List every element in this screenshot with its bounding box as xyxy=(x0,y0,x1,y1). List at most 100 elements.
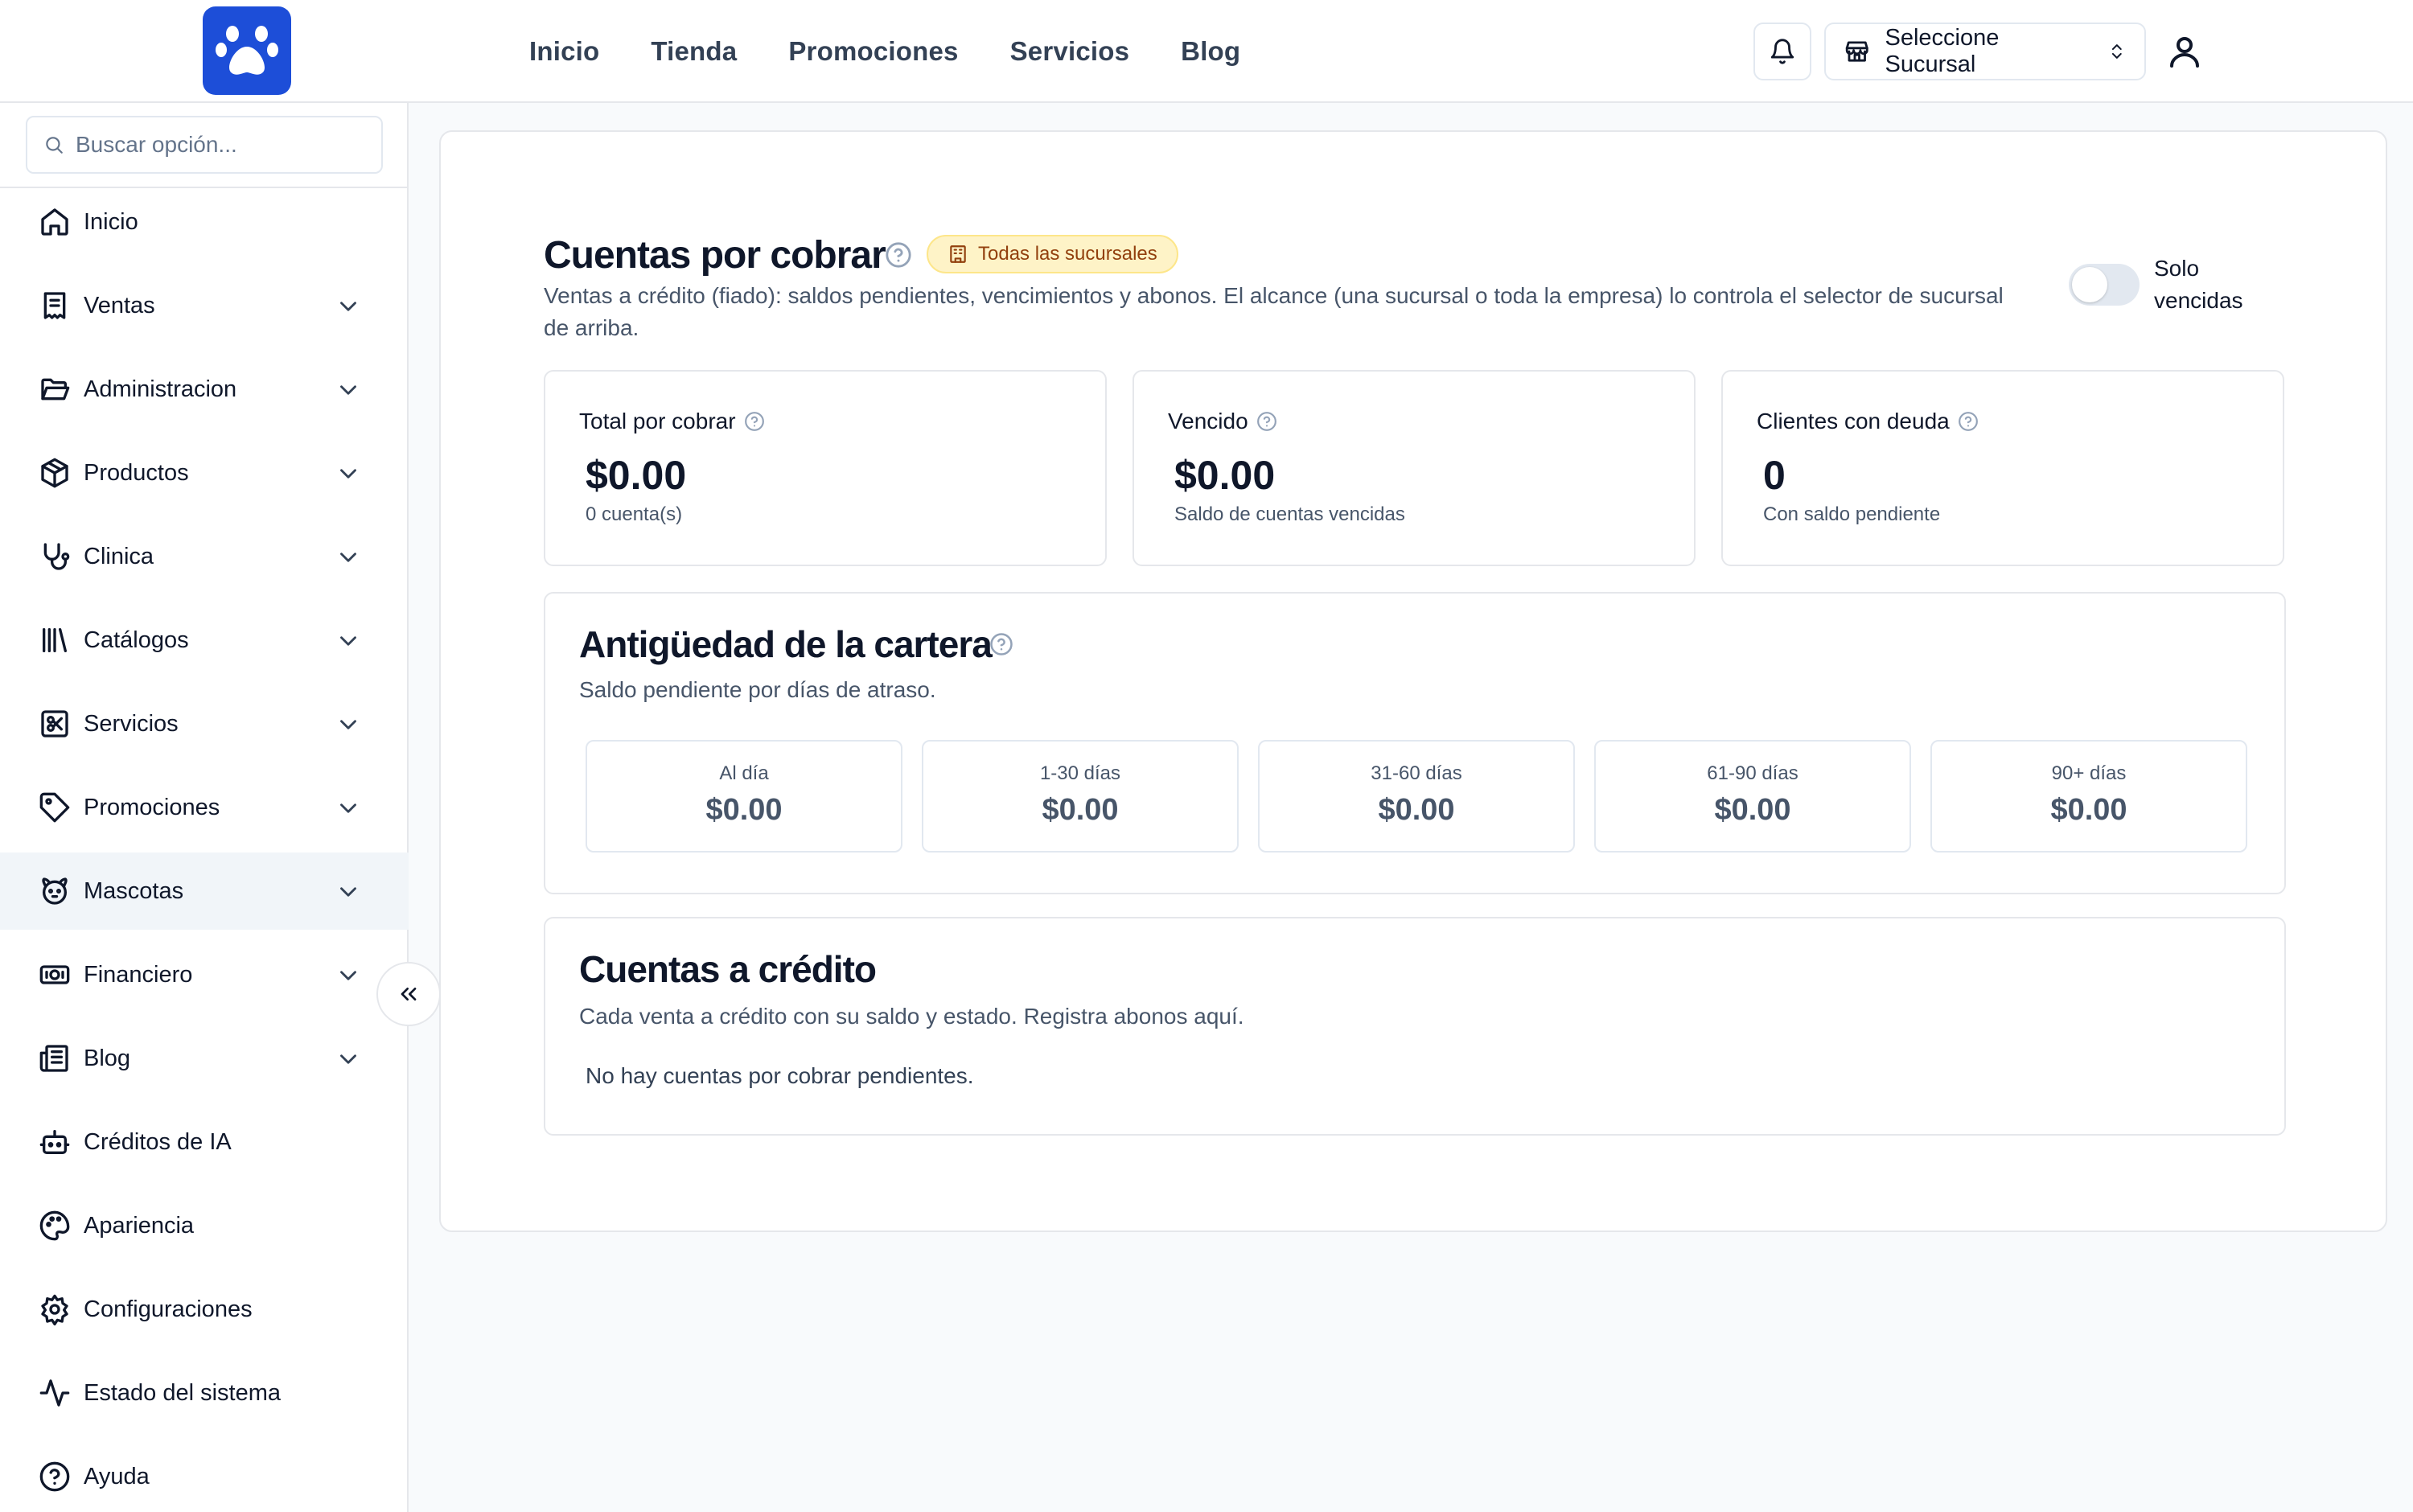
aging-title: Antigüedad de la cartera xyxy=(579,622,993,666)
sidebar-item-clinica[interactable]: Clinica xyxy=(0,518,409,595)
nav-inicio[interactable]: Inicio xyxy=(529,36,599,67)
receipt-icon xyxy=(43,292,66,319)
sidebar-item-label: Productos xyxy=(84,459,189,486)
sidebar-item-label: Configuraciones xyxy=(84,1296,253,1322)
aging-title-text: Antigüedad de la cartera xyxy=(579,623,993,665)
sidebar-item-label: Créditos de IA xyxy=(84,1128,232,1155)
user-icon xyxy=(2170,37,2199,68)
chevron-down-icon[interactable] xyxy=(335,460,362,487)
search-input[interactable] xyxy=(76,132,365,158)
total-receivable-card: Total por cobrar $0.00 0 cuenta(s) xyxy=(544,370,1107,566)
sidebar-item-estado-del-sistema[interactable]: Estado del sistema xyxy=(0,1354,409,1432)
branch-selector-label: Seleccione Sucursal xyxy=(1885,25,2000,77)
aging-bucket-label: Al día xyxy=(719,762,769,784)
sidebar-item-productos[interactable]: Productos xyxy=(0,434,409,512)
nav-blog[interactable]: Blog xyxy=(1181,36,1240,67)
stat-subtitle: Con saldo pendiente xyxy=(1763,503,1941,525)
sidebar-item-ayuda[interactable]: Ayuda xyxy=(0,1438,409,1512)
stat-subtitle: Saldo de cuentas vencidas xyxy=(1174,503,1405,525)
branch-selector[interactable]: Seleccione Sucursal xyxy=(1824,23,2146,80)
aging-bucket-value: $0.00 xyxy=(2050,793,2127,827)
chevron-down-icon[interactable] xyxy=(335,293,362,320)
top-navbar: Inicio Tienda Promociones Servicios Blog… xyxy=(0,0,2413,103)
help-icon[interactable] xyxy=(989,632,1013,656)
sidebar-item-creditos-de-ia[interactable]: Créditos de IA xyxy=(0,1103,409,1181)
sidebar-item-ventas[interactable]: Ventas xyxy=(0,267,409,344)
nav-promociones[interactable]: Promociones xyxy=(788,36,958,67)
overdue-card: Vencido $0.00 Saldo de cuentas vencidas xyxy=(1133,370,1696,566)
chevron-down-icon[interactable] xyxy=(335,711,362,738)
user-menu-button[interactable] xyxy=(2165,32,2204,71)
sidebar-item-label: Catálogos xyxy=(84,627,189,653)
sidebar-item-inicio[interactable]: Inicio xyxy=(0,183,409,261)
palette-icon xyxy=(39,1210,70,1241)
sidebar-item-financiero[interactable]: Financiero xyxy=(0,936,409,1013)
sidebar-item-promociones[interactable]: Promociones xyxy=(0,769,409,846)
sidebar-item-configuraciones[interactable]: Configuraciones xyxy=(0,1271,409,1348)
aging-bucket-value: $0.00 xyxy=(1378,793,1455,827)
aging-bucket: 61-90 días $0.00 xyxy=(1594,740,1911,853)
help-icon[interactable] xyxy=(885,241,912,269)
sidebar-item-label: Estado del sistema xyxy=(84,1379,282,1406)
chevron-down-icon[interactable] xyxy=(335,544,362,571)
sidebar-item-mascotas[interactable]: Mascotas xyxy=(0,853,409,930)
activity-icon xyxy=(39,1379,70,1407)
home-icon xyxy=(41,208,68,236)
chevron-down-icon[interactable] xyxy=(335,795,362,822)
nav-tienda[interactable]: Tienda xyxy=(651,36,737,67)
bot-icon xyxy=(39,1130,70,1154)
sidebar-search[interactable] xyxy=(26,116,383,174)
stat-subtitle: 0 cuenta(s) xyxy=(586,503,683,525)
aging-bucket-value: $0.00 xyxy=(1714,793,1791,827)
paw-icon xyxy=(216,26,278,75)
sidebar-item-label: Mascotas xyxy=(84,877,184,904)
empty-state-message: No hay cuentas por cobrar pendientes. xyxy=(586,1063,974,1088)
notifications-button[interactable] xyxy=(1753,23,1811,80)
sidebar-item-blog[interactable]: Blog xyxy=(0,1020,409,1097)
toggle-knob xyxy=(2072,267,2107,302)
dog-icon xyxy=(42,877,68,905)
chevron-down-icon[interactable] xyxy=(335,962,362,989)
chevron-down-icon[interactable] xyxy=(335,878,362,906)
collapse-sidebar-button[interactable] xyxy=(376,962,441,1026)
search-icon xyxy=(46,137,63,154)
credit-accounts-title: Cuentas a crédito xyxy=(579,948,877,990)
help-icon[interactable] xyxy=(744,411,765,432)
help-icon[interactable] xyxy=(1256,411,1277,432)
stat-title-text: Total por cobrar xyxy=(579,409,736,433)
main-content: Cuentas por cobrar Todas las sucursales … xyxy=(439,130,2387,1232)
help-icon[interactable] xyxy=(1958,411,1979,432)
aging-bucket: Al día $0.00 xyxy=(586,740,902,853)
chevron-down-icon[interactable] xyxy=(335,376,362,404)
aging-bucket-label: 90+ días xyxy=(2051,762,2127,784)
scissors-icon xyxy=(41,710,68,738)
main-nav: Inicio Tienda Promociones Servicios Blog xyxy=(529,0,1240,103)
credit-accounts-section: Cuentas a crédito Cada venta a crédito c… xyxy=(544,917,2286,1136)
stat-value: 0 xyxy=(1763,453,1786,498)
store-icon xyxy=(1845,41,1868,62)
sidebar-item-servicios[interactable]: Servicios xyxy=(0,685,409,762)
sidebar-item-label: Ventas xyxy=(84,292,155,318)
nav-servicios[interactable]: Servicios xyxy=(1010,36,1130,67)
page-description: Ventas a crédito (fiado): saldos pendien… xyxy=(544,283,2004,340)
aging-bucket: 31-60 días $0.00 xyxy=(1258,740,1575,853)
brand-logo[interactable] xyxy=(203,6,291,95)
overdue-only-toggle[interactable] xyxy=(2069,264,2140,306)
chevron-down-icon[interactable] xyxy=(335,627,362,655)
aging-bucket-label: 1-30 días xyxy=(1039,762,1121,784)
building-icon xyxy=(950,245,966,263)
scope-badge: Todas las sucursales xyxy=(927,235,1178,273)
help-circle-icon xyxy=(39,1461,70,1492)
sidebar-item-catalogos[interactable]: Catálogos xyxy=(0,602,409,679)
stat-title: Vencido xyxy=(1168,409,1277,434)
stat-value: $0.00 xyxy=(586,453,687,498)
sidebar-item-apariencia[interactable]: Apariencia xyxy=(0,1187,409,1264)
clients-with-debt-card: Clientes con deuda 0 Con saldo pendiente xyxy=(1721,370,2284,566)
sidebar-item-label: Servicios xyxy=(84,710,179,737)
chevrons-up-down-icon xyxy=(2112,44,2123,59)
sidebar-item-label: Ayuda xyxy=(84,1463,150,1489)
chevron-down-icon[interactable] xyxy=(335,1046,362,1073)
tag-icon xyxy=(39,792,70,823)
banknote-icon xyxy=(39,965,70,984)
sidebar-item-administracion[interactable]: Administracion xyxy=(0,351,409,428)
